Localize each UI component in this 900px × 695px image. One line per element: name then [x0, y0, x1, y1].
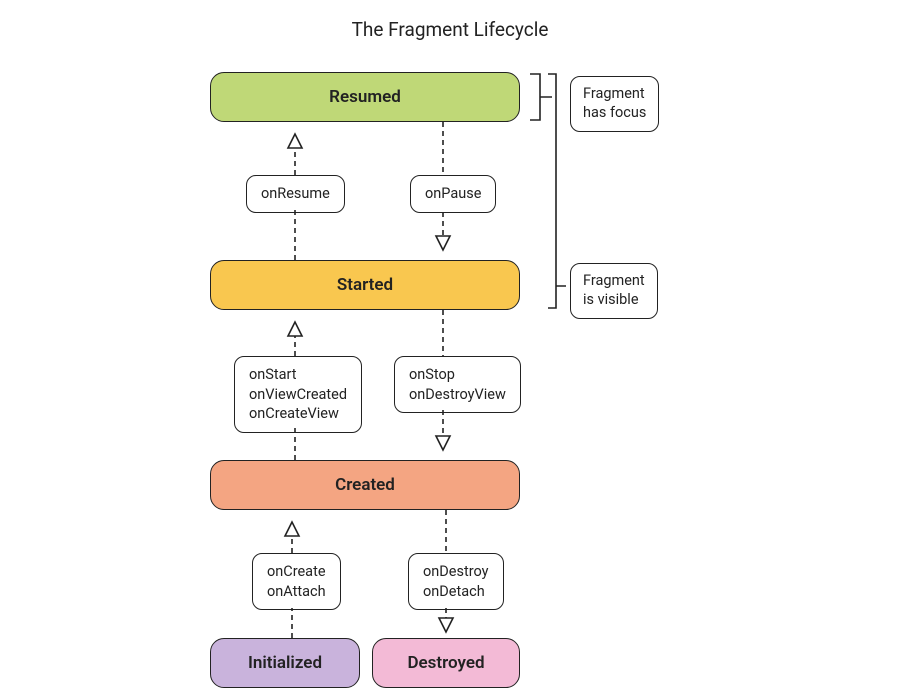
- transition-create-up: onCreate onAttach: [252, 553, 341, 610]
- note-focus: Fragment has focus: [570, 76, 659, 132]
- state-label: Initialized: [248, 653, 322, 673]
- note-visible: Fragment is visible: [570, 263, 658, 319]
- transition-onpause: onPause: [410, 175, 496, 213]
- transition-destroy-down: onDestroy onDetach: [408, 553, 504, 610]
- transition-stop-down: onStop onDestroyView: [394, 356, 521, 413]
- state-label: Destroyed: [407, 653, 484, 673]
- state-label: Started: [337, 275, 393, 295]
- state-resumed: Resumed: [210, 72, 520, 122]
- state-started: Started: [210, 260, 520, 310]
- state-label: Resumed: [329, 87, 401, 107]
- transition-onresume: onResume: [246, 175, 345, 213]
- state-created: Created: [210, 460, 520, 510]
- transition-start-up: onStart onViewCreated onCreateView: [234, 356, 362, 433]
- state-initialized: Initialized: [210, 638, 360, 688]
- diagram-title: The Fragment Lifecycle: [0, 18, 900, 41]
- state-label: Created: [335, 475, 395, 495]
- state-destroyed: Destroyed: [372, 638, 520, 688]
